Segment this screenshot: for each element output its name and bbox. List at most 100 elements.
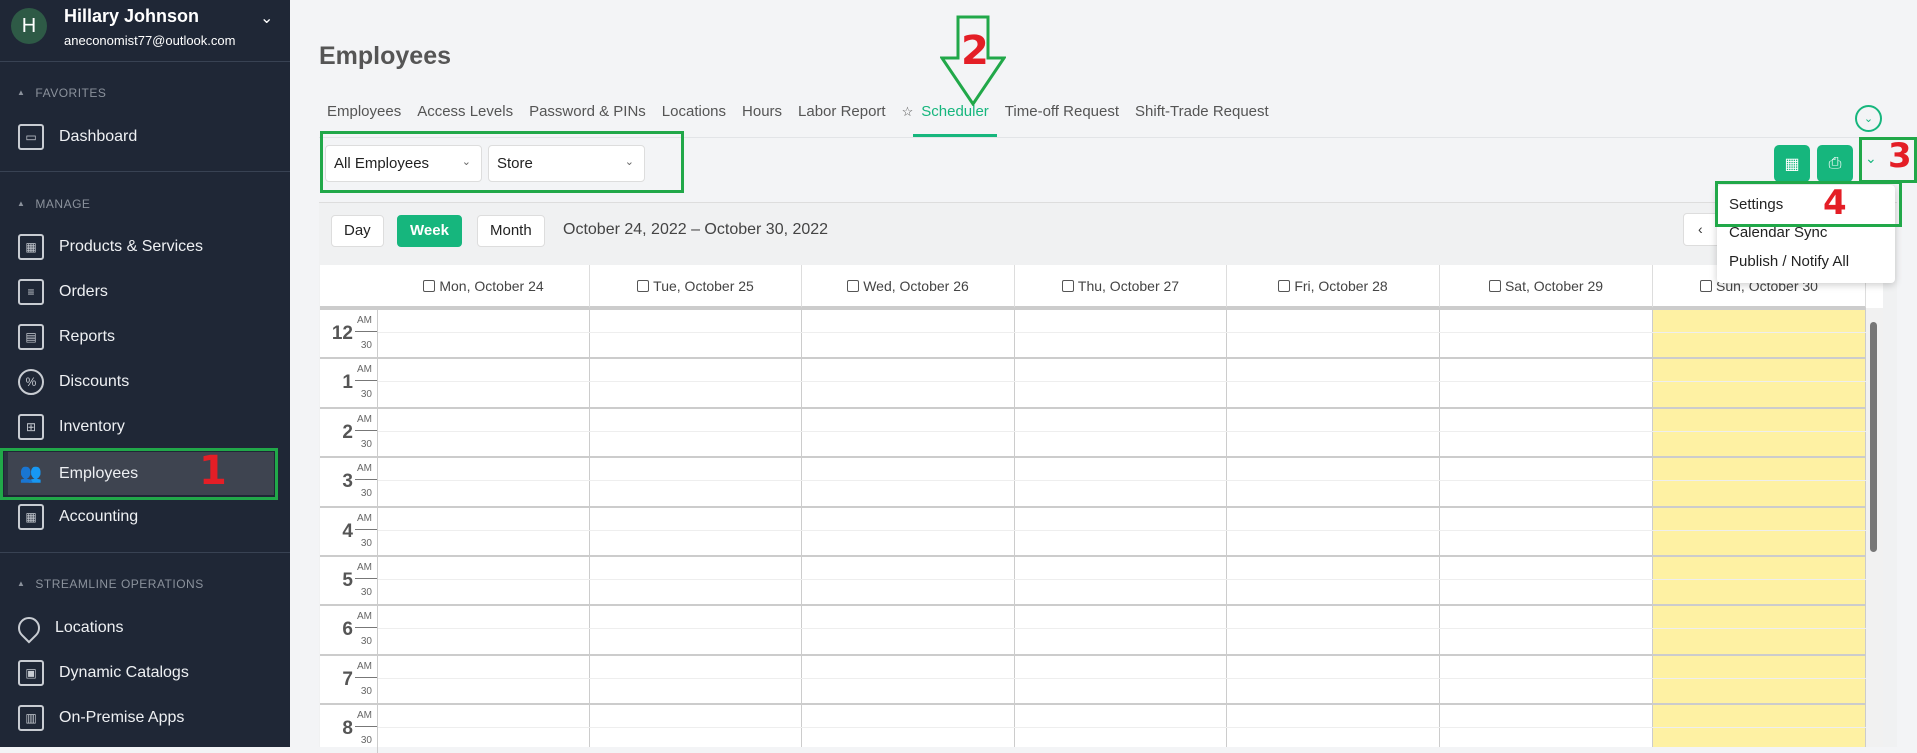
sidebar-item-reports[interactable]: ▤ Reports xyxy=(0,317,290,357)
half-hour-line xyxy=(378,381,1866,383)
view-week-button[interactable]: Week xyxy=(397,215,462,247)
day-column[interactable] xyxy=(590,308,802,747)
hour-label: 2 AM 30 xyxy=(320,407,378,457)
tab-labor-report[interactable]: Labor Report xyxy=(790,102,894,137)
avatar[interactable]: H xyxy=(11,8,47,44)
hour-label: 1 AM 30 xyxy=(320,358,378,408)
tab-time-off-request[interactable]: Time-off Request xyxy=(997,102,1127,137)
day-checkbox[interactable] xyxy=(1700,279,1713,292)
day-header: Thu, October 27 xyxy=(1015,265,1227,308)
tab-scheduler[interactable]: Scheduler xyxy=(913,102,997,137)
day-label: Sat, October 29 xyxy=(1504,277,1604,294)
section-manage[interactable]: ▲ MANAGE xyxy=(17,197,90,211)
hour-label: 4 AM 30 xyxy=(320,506,378,556)
day-label: Tue, October 25 xyxy=(653,277,754,294)
day-header: Wed, October 26 xyxy=(802,265,1015,308)
day-label: Fri, October 28 xyxy=(1294,277,1388,294)
pos-terminal-icon: ▥ xyxy=(18,705,44,731)
divider xyxy=(0,171,290,172)
sidebar-item-inventory[interactable]: ⊞ Inventory xyxy=(0,407,290,447)
sidebar-item-on-premise-apps[interactable]: ▥ On-Premise Apps xyxy=(0,698,290,738)
report-icon: ▤ xyxy=(18,324,44,350)
calendar-button[interactable]: ▦ xyxy=(1774,145,1810,182)
catalog-icon: ▣ xyxy=(18,660,44,686)
hour-line xyxy=(320,604,1866,607)
day-label: Mon, October 24 xyxy=(439,277,544,294)
hour-label: 12 AM 30 xyxy=(320,309,378,358)
sidebar-item-dashboard[interactable]: ▭ Dashboard xyxy=(0,117,290,157)
percent-icon: % xyxy=(18,369,44,395)
scrollbar[interactable] xyxy=(1866,308,1883,747)
sidebar: H Hillary Johnson aneconomist77@outlook.… xyxy=(0,0,290,747)
half-hour-line xyxy=(378,430,1866,432)
calendar-icon: ▦ xyxy=(1784,155,1800,173)
half-hour-line xyxy=(378,628,1866,630)
sidebar-item-accounting[interactable]: ▦ Accounting xyxy=(0,497,290,537)
day-header: Sat, October 29 xyxy=(1440,265,1653,308)
sidebar-item-products-services[interactable]: ▦ Products & Services xyxy=(0,227,290,267)
day-checkbox[interactable] xyxy=(1278,279,1291,292)
day-header: Mon, October 24 xyxy=(378,265,590,308)
date-range: October 24, 2022 – October 30, 2022 xyxy=(563,221,829,238)
day-checkbox[interactable] xyxy=(423,279,436,292)
sidebar-item-orders[interactable]: ≡ Orders xyxy=(0,272,290,312)
print-button[interactable]: ⎙ xyxy=(1817,145,1853,182)
sidebar-item-dynamic-catalogs[interactable]: ▣ Dynamic Catalogs xyxy=(0,653,290,693)
day-header: Fri, October 28 xyxy=(1227,265,1440,308)
collapse-chevron-icon[interactable]: ⌄ xyxy=(1855,105,1882,132)
half-hour-line xyxy=(378,727,1866,729)
hour-label: 6 AM 30 xyxy=(320,605,378,655)
day-header: Tue, October 25 xyxy=(590,265,802,308)
tab-hours[interactable]: Hours xyxy=(734,102,790,137)
sidebar-item-discounts[interactable]: % Discounts xyxy=(0,362,290,402)
day-column[interactable] xyxy=(1653,308,1866,747)
hour-line xyxy=(320,703,1866,706)
hour-line xyxy=(320,357,1866,360)
user-name[interactable]: Hillary Johnson xyxy=(64,6,199,27)
day-checkbox[interactable] xyxy=(1061,279,1074,292)
sidebar-item-locations[interactable]: Locations xyxy=(0,608,290,648)
tab-shift-trade-request[interactable]: Shift-Trade Request xyxy=(1127,102,1277,137)
hour-line xyxy=(320,456,1866,459)
day-column[interactable] xyxy=(802,308,1015,747)
store-icon: ⊞ xyxy=(18,414,44,440)
day-checkbox[interactable] xyxy=(847,279,860,292)
view-month-button[interactable]: Month xyxy=(477,215,545,247)
half-hour-line xyxy=(378,480,1866,482)
half-hour-line xyxy=(378,579,1866,580)
print-icon: ⎙ xyxy=(1828,154,1842,172)
annotation-box-filters xyxy=(320,131,684,193)
view-day-button[interactable]: Day xyxy=(331,215,384,247)
day-column[interactable] xyxy=(378,308,590,747)
day-column[interactable] xyxy=(1015,308,1227,747)
section-streamline-operations[interactable]: ▲ STREAMLINE OPERATIONS xyxy=(17,577,204,591)
hour-line xyxy=(320,653,1866,656)
divider xyxy=(0,552,290,553)
day-column[interactable] xyxy=(1440,308,1653,747)
annotation-number-2: 2 xyxy=(961,28,989,74)
section-favorites[interactable]: ▲ FAVORITES xyxy=(17,86,106,100)
day-checkbox[interactable] xyxy=(1488,279,1501,292)
day-checkbox[interactable] xyxy=(637,279,650,292)
half-hour-line xyxy=(378,677,1866,679)
scrollbar-thumb[interactable] xyxy=(1870,322,1877,552)
annotation-number-4: 4 xyxy=(1823,183,1847,223)
user-email: aneconomist77@outlook.com xyxy=(64,33,236,48)
order-doc-icon: ≡ xyxy=(18,279,44,305)
day-column[interactable] xyxy=(1227,308,1440,747)
time-gutter-header xyxy=(320,265,378,308)
boxes-icon: ▦ xyxy=(18,234,44,260)
annotation-number-3: 3 xyxy=(1888,136,1912,176)
menu-item-publish-notify-all[interactable]: Publish / Notify All xyxy=(1729,253,1849,270)
hour-label: 5 AM 30 xyxy=(320,556,378,605)
hour-line xyxy=(320,555,1866,557)
hour-line xyxy=(320,308,1866,310)
annotation-number-1: 1 xyxy=(199,448,227,494)
annotation-box-4 xyxy=(1715,181,1902,227)
annotation-box-1 xyxy=(0,448,278,500)
star-icon[interactable]: ☆ xyxy=(894,102,914,137)
half-hour-line xyxy=(378,332,1866,333)
day-label: Wed, October 26 xyxy=(863,277,969,294)
chevron-down-icon[interactable]: ⌄ xyxy=(260,8,273,28)
monitor-icon: ▭ xyxy=(18,124,44,150)
